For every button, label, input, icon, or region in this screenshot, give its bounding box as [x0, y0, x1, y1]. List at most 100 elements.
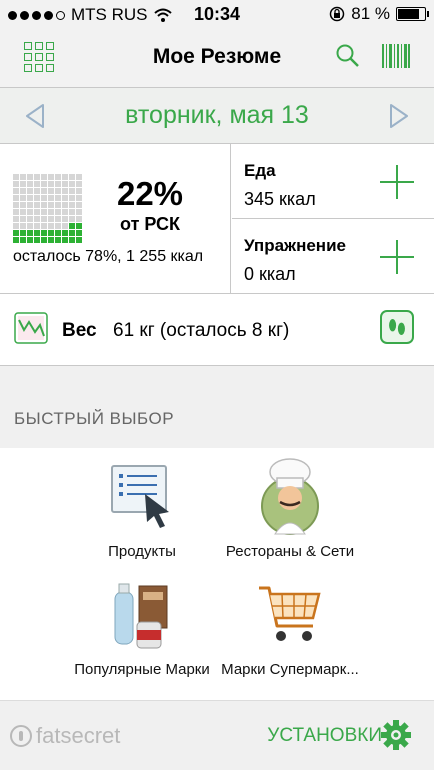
- rdi-progress-cell: [20, 209, 26, 215]
- exercise-value: 0 ккал: [244, 264, 296, 284]
- rdi-progress-cell: [41, 209, 47, 215]
- rdi-progress-cell: [34, 202, 40, 208]
- rdi-progress-cell: [48, 202, 54, 208]
- rdi-progress-cell: [13, 216, 19, 222]
- rdi-progress-cell: [69, 188, 75, 194]
- weight-label: Вес: [62, 320, 97, 341]
- rdi-progress-cell: [20, 223, 26, 229]
- search-icon[interactable]: [334, 42, 362, 70]
- rdi-progress-cell: [27, 209, 33, 215]
- quick-pick-restaurants[interactable]: Рестораны & Сети: [210, 448, 370, 561]
- add-exercise-icon[interactable]: [380, 240, 414, 274]
- quick-pick-label: Продукты: [108, 543, 176, 560]
- rdi-progress-cell: [76, 209, 82, 215]
- rdi-progress-cell: [69, 237, 75, 243]
- rdi-progress-cell: [62, 209, 68, 215]
- rdi-progress-cell: [41, 223, 47, 229]
- rdi-progress-cell: [55, 237, 61, 243]
- rdi-progress-cell: [76, 202, 82, 208]
- rdi-progress-cell: [41, 237, 47, 243]
- rdi-progress-cell: [76, 195, 82, 201]
- rdi-progress-cell: [55, 223, 61, 229]
- rdi-progress-cell: [34, 216, 40, 222]
- grocery-products-icon: [114, 583, 168, 649]
- rdi-progress-cell: [55, 216, 61, 222]
- rdi-progress-cell: [13, 209, 19, 215]
- weight-value: 61 кг (осталось 8 кг): [113, 320, 290, 341]
- rdi-progress-cell: [27, 202, 33, 208]
- rdi-progress-cell: [27, 188, 33, 194]
- rdi-progress-cell: [20, 188, 26, 194]
- rdi-progress-cell: [69, 216, 75, 222]
- status-right: 81 %: [329, 4, 429, 24]
- quick-pick-products[interactable]: Продукты: [62, 460, 222, 561]
- rdi-percent: 22%: [116, 175, 184, 212]
- rdi-progress-cell: [41, 174, 47, 180]
- rdi-progress-cell: [27, 237, 33, 243]
- rdi-progress-cell: [76, 230, 82, 236]
- rdi-progress-cell: [69, 209, 75, 215]
- food-value: 345 ккал: [244, 189, 316, 209]
- food-row[interactable]: Еда 345 ккал: [232, 144, 434, 219]
- rdi-progress-cell: [13, 223, 19, 229]
- rdi-progress-cell: [69, 223, 75, 229]
- current-date[interactable]: вторник, мая 13: [0, 101, 434, 130]
- add-food-icon[interactable]: [380, 165, 414, 199]
- quick-picks-title: БЫСТРЫЙ ВЫБОР: [14, 409, 175, 428]
- rdi-progress-cell: [55, 174, 61, 180]
- rdi-progress-cell: [13, 195, 19, 201]
- battery-icon: [396, 7, 429, 21]
- next-day-icon[interactable]: [388, 103, 410, 129]
- rdi-progress-cell: [55, 209, 61, 215]
- rdi-progress-cell: [34, 230, 40, 236]
- rdi-progress-cell: [20, 174, 26, 180]
- rdi-progress-cell: [27, 230, 33, 236]
- rdi-progress-cell: [69, 195, 75, 201]
- rdi-progress-cell: [69, 174, 75, 180]
- rdi-progress-cell: [13, 230, 19, 236]
- rdi-progress-cell: [69, 202, 75, 208]
- rdi-progress-cell: [13, 174, 19, 180]
- rdi-progress-cell: [62, 230, 68, 236]
- battery-percent: 81 %: [351, 4, 390, 23]
- rdi-progress-cell: [13, 181, 19, 187]
- rotation-lock-icon: [330, 6, 345, 22]
- exercise-row[interactable]: Упражнение 0 ккал: [232, 219, 434, 294]
- quick-pick-supermarket-brands[interactable]: Марки Супермарк...: [210, 578, 370, 679]
- gear-icon[interactable]: [380, 719, 412, 751]
- rdi-progress-cell: [41, 230, 47, 236]
- rdi-progress-cell: [76, 174, 82, 180]
- rdi-progress-cell: [62, 202, 68, 208]
- rdi-panel[interactable]: 22% от РСК осталось 78%, 1 255 ккал: [0, 144, 231, 294]
- rdi-progress-cell: [20, 202, 26, 208]
- rdi-progress-cell: [48, 209, 54, 215]
- rdi-progress-cell: [48, 181, 54, 187]
- rdi-progress-cell: [48, 174, 54, 180]
- rdi-progress-cell: [41, 181, 47, 187]
- weight-row[interactable]: Вес 61 кг (осталось 8 кг): [0, 294, 434, 366]
- rdi-progress-cell: [41, 188, 47, 194]
- rdi-progress-cell: [27, 181, 33, 187]
- status-bar: MTS RUS 10:34 81 %: [0, 0, 434, 30]
- rdi-progress-cell: [76, 237, 82, 243]
- daily-summary: 22% от РСК осталось 78%, 1 255 ккал Еда …: [0, 144, 434, 294]
- rdi-progress-cell: [41, 195, 47, 201]
- rdi-progress-cell: [20, 181, 26, 187]
- rdi-progress-cell: [34, 188, 40, 194]
- footprints-icon[interactable]: [380, 310, 414, 344]
- rdi-progress-cell: [48, 188, 54, 194]
- barcode-icon[interactable]: [382, 44, 410, 68]
- rdi-progress-cell: [48, 195, 54, 201]
- settings-button[interactable]: УСТАНОВКИ: [267, 725, 382, 747]
- rdi-progress-cell: [27, 216, 33, 222]
- rdi-progress-cell: [55, 202, 61, 208]
- quick-pick-popular-brands[interactable]: Популярные Марки: [62, 578, 222, 679]
- rdi-progress-cell: [27, 223, 33, 229]
- rdi-progress-cell: [34, 237, 40, 243]
- rdi-progress-cell: [76, 223, 82, 229]
- rdi-progress-cell: [62, 181, 68, 187]
- page-title: Мое Резюме: [152, 45, 282, 68]
- rdi-progress-cell: [20, 230, 26, 236]
- rdi-progress-cell: [13, 188, 19, 194]
- rdi-progress-cell: [55, 195, 61, 201]
